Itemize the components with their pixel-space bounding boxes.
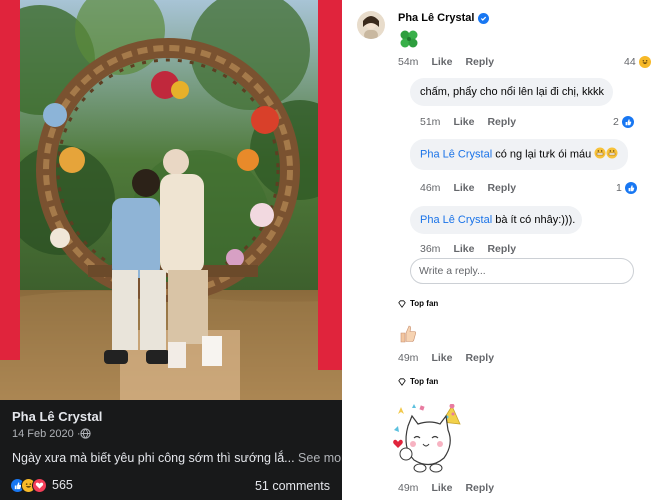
reply-text: chấm, phẩy cho nổi lên lại đi chị, kkkk <box>420 86 605 98</box>
reply-button[interactable]: Reply <box>465 352 494 364</box>
reply-button[interactable]: Reply <box>487 182 516 194</box>
top-fan-badge: Top fan <box>398 299 438 308</box>
comment-actions: 49m Like Reply <box>398 482 494 494</box>
globe-icon <box>80 428 91 439</box>
haha-icon <box>638 56 651 68</box>
comment-actions: 49m Like Reply <box>398 352 494 364</box>
reply-button[interactable]: Reply <box>465 56 494 68</box>
reply-button[interactable]: Reply <box>487 243 516 255</box>
reply-reaction-count[interactable]: 2 <box>613 116 634 128</box>
post-reaction-count: 565 <box>52 478 73 492</box>
reply-actions: 51m Like Reply <box>420 116 516 128</box>
comment-author[interactable]: Pha Lê Crystal <box>398 12 490 24</box>
like-icon <box>624 182 637 194</box>
post-caption-text: Ngày xưa mà biết yêu phi công sớm thì sư… <box>12 451 295 465</box>
comments-panel: Pha Lê Crystal 54m Like Reply 44 chấm, p… <box>342 0 660 500</box>
comment-time[interactable]: 49m <box>398 482 418 494</box>
like-button[interactable]: Like <box>453 243 474 255</box>
post-meta: Pha Lê Crystal 14 Feb 2020 · Ngày xưa mà… <box>0 400 352 500</box>
verified-badge-icon <box>478 12 490 24</box>
reaction-count-value: 1 <box>616 182 622 194</box>
post-author-name[interactable]: Pha Lê Crystal <box>12 409 102 424</box>
like-button[interactable]: Like <box>431 56 452 68</box>
write-reply-input[interactable]: Write a reply... <box>410 258 634 284</box>
like-icon <box>621 116 634 128</box>
reply-time[interactable]: 36m <box>420 243 440 255</box>
mention-link[interactable]: Pha Lê Crystal <box>420 148 492 160</box>
top-fan-label: Top fan <box>410 299 439 308</box>
grimace-emoji-icon <box>594 147 618 162</box>
reply-bubble: Pha Lê Crystal có ng lại tưk ói máu <box>410 139 628 170</box>
couple-flower-arch-photo <box>0 0 342 400</box>
reply-actions: 36m Like Reply <box>420 243 516 255</box>
post-caption: Ngày xưa mà biết yêu phi công sớm thì sư… <box>12 451 352 465</box>
reply-bubble: chấm, phẩy cho nổi lên lại đi chị, kkkk <box>410 78 613 106</box>
comment-reaction-count[interactable]: 44 <box>624 56 651 68</box>
top-fan-label: Top fan <box>410 377 439 386</box>
mention-link[interactable]: Pha Lê Crystal <box>420 214 492 226</box>
like-button[interactable]: Like <box>453 116 474 128</box>
like-button[interactable]: Like <box>453 182 474 194</box>
top-fan-badge: Top fan <box>398 377 438 386</box>
reply-bubble: Pha Lê Crystal bà ít có nhây:))). <box>410 206 582 234</box>
reaction-count-value: 44 <box>624 56 636 68</box>
reply-text: có ng lại tưk ói máu <box>492 148 595 161</box>
like-button[interactable]: Like <box>431 482 452 494</box>
reply-button[interactable]: Reply <box>465 482 494 494</box>
diamond-icon <box>398 377 406 386</box>
reply-time[interactable]: 51m <box>420 116 440 128</box>
four-leaf-clover-icon <box>400 30 418 48</box>
diamond-icon <box>398 299 406 308</box>
post-date[interactable]: 14 Feb 2020 · <box>12 428 81 440</box>
post-photo[interactable] <box>0 0 342 400</box>
post-panel: Pha Lê Crystal 14 Feb 2020 · Ngày xưa mà… <box>0 0 352 500</box>
thumbs-up-sticker <box>400 325 417 343</box>
post-reactions[interactable]: 565 <box>10 477 73 493</box>
reaction-count-value: 2 <box>613 116 619 128</box>
reply-time[interactable]: 46m <box>420 182 440 194</box>
post-comment-count[interactable]: 51 comments <box>255 479 330 493</box>
comment-time[interactable]: 49m <box>398 352 418 364</box>
cat-sticker <box>393 404 461 473</box>
like-button[interactable]: Like <box>431 352 452 364</box>
reply-reaction-count[interactable]: 1 <box>616 182 637 194</box>
reply-actions: 46m Like Reply <box>420 182 516 194</box>
reply-text: bà ít có nhây:))). <box>492 214 576 226</box>
comment-time[interactable]: 54m <box>398 56 418 68</box>
comment-author-name[interactable]: Pha Lê Crystal <box>398 12 474 24</box>
avatar[interactable] <box>357 11 385 39</box>
reply-button[interactable]: Reply <box>487 116 516 128</box>
comment-actions: 54m Like Reply <box>398 56 494 68</box>
love-icon <box>32 477 47 493</box>
